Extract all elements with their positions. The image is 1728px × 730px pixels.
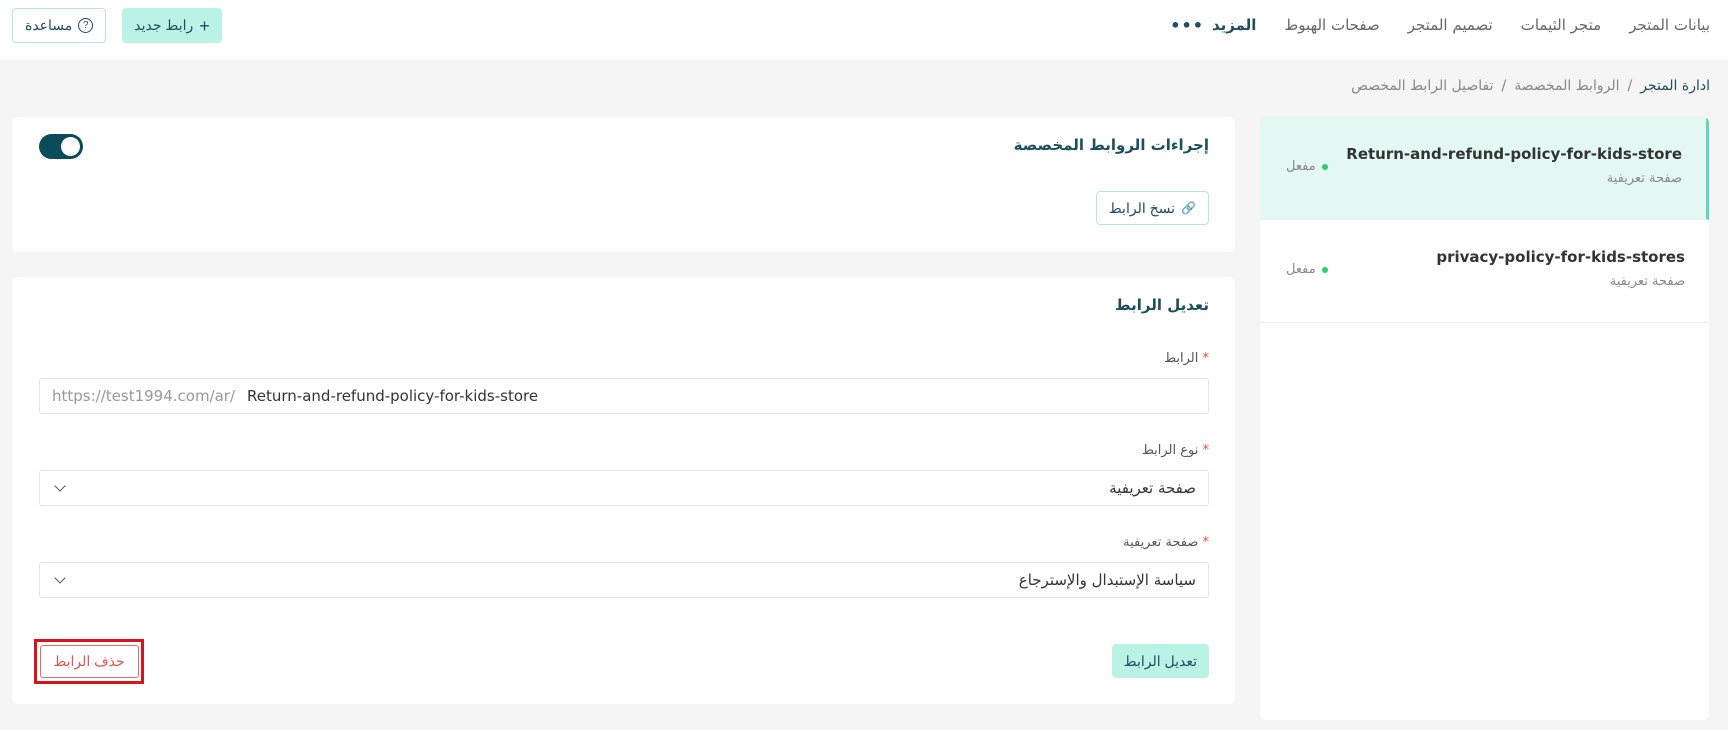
list-item[interactable]: privacy-policy-for-kids-stores صفحة تعري… <box>1260 220 1709 323</box>
breadcrumb-custom-links[interactable]: الروابط المخصصة <box>1514 78 1619 94</box>
top-nav: بيانات المتجر متجر الثيمات تصميم المتجر … <box>1170 0 1710 50</box>
list-item-subtitle: صفحة تعريفية <box>1606 171 1682 186</box>
page-field-label: صفحة تعريفية * <box>1123 535 1209 550</box>
copy-link-button[interactable]: 🔗 نسخ الرابط <box>1095 191 1209 225</box>
nav-store-design[interactable]: تصميم المتجر <box>1408 16 1493 34</box>
list-item-subtitle: صفحة تعريفية <box>1609 274 1685 289</box>
page-select[interactable]: سياسة الإستبدال والإسترجاع <box>39 562 1209 598</box>
list-item-title: Return-and-refund-policy-for-kids-store <box>1346 145 1682 163</box>
link-icon: 🔗 <box>1181 201 1196 215</box>
toggle-knob <box>61 137 80 156</box>
top-bar: بيانات المتجر متجر الثيمات تصميم المتجر … <box>0 0 1728 60</box>
help-circle-icon: ? <box>78 18 94 33</box>
help-label: مساعدة <box>25 17 73 33</box>
edit-link-card: تعديل الرابط الرابط * https://test1994.c… <box>12 277 1235 704</box>
new-link-button[interactable]: رابط جديد + <box>122 8 222 43</box>
status-badge: مفعل <box>1286 159 1328 174</box>
nav-landing-pages[interactable]: صفحات الهبوط <box>1284 16 1379 34</box>
status-dot-icon <box>1321 163 1328 170</box>
status-text: مفعل <box>1286 159 1316 174</box>
copy-link-label: نسخ الرابط <box>1108 199 1176 216</box>
custom-links-list: Return-and-refund-policy-for-kids-store … <box>1260 117 1709 720</box>
nav-store-data[interactable]: بيانات المتجر <box>1629 16 1710 34</box>
list-item-title: privacy-policy-for-kids-stores <box>1436 248 1685 266</box>
link-field-label: الرابط * <box>1164 351 1209 366</box>
top-actions: مساعدة ? رابط جديد + <box>12 8 222 43</box>
breadcrumb-separator: / <box>1501 78 1507 94</box>
status-badge: مفعل <box>1286 262 1328 277</box>
plus-icon: + <box>199 15 210 36</box>
actions-card-title: إجراءات الروابط المخصصة <box>1013 136 1209 154</box>
list-item[interactable]: Return-and-refund-policy-for-kids-store … <box>1260 117 1709 220</box>
more-dots-icon: ••• <box>1170 15 1204 35</box>
edit-link-button[interactable]: تعديل الرابط <box>1111 644 1209 678</box>
url-value: Return-and-refund-policy-for-kids-store <box>247 387 539 405</box>
delete-highlight: حذف الرابط <box>34 639 144 684</box>
link-type-label: نوع الرابط * <box>1141 443 1209 458</box>
breadcrumb: ادارة المتجر / الروابط المخصصة / تفاصيل … <box>1351 78 1710 94</box>
help-button[interactable]: مساعدة ? <box>12 8 107 43</box>
status-dot-icon <box>1321 266 1328 273</box>
new-link-label: رابط جديد <box>134 17 194 33</box>
breadcrumb-separator: / <box>1627 78 1633 94</box>
breadcrumb-root[interactable]: ادارة المتجر <box>1640 78 1710 94</box>
status-text: مفعل <box>1286 262 1316 277</box>
delete-link-button[interactable]: حذف الرابط <box>39 645 139 678</box>
breadcrumb-current: تفاصيل الرابط المخصص <box>1351 78 1494 94</box>
chevron-down-icon <box>54 480 66 492</box>
nav-more[interactable]: ••• المزيد <box>1170 16 1256 35</box>
edit-card-title: تعديل الرابط <box>1115 296 1209 314</box>
page-value: سياسة الإستبدال والإسترجاع <box>1018 571 1196 589</box>
chevron-down-icon <box>54 572 66 584</box>
nav-more-label: المزيد <box>1211 16 1257 34</box>
link-type-value: صفحة تعريفية <box>1109 479 1196 497</box>
nav-theme-store[interactable]: متجر الثيمات <box>1521 16 1601 34</box>
link-input[interactable]: https://test1994.com/ar/ Return-and-refu… <box>39 378 1209 414</box>
actions-card: إجراءات الروابط المخصصة 🔗 نسخ الرابط <box>12 117 1235 252</box>
url-prefix: https://test1994.com/ar/ <box>52 387 236 405</box>
enable-toggle[interactable] <box>39 134 83 159</box>
link-type-select[interactable]: صفحة تعريفية <box>39 470 1209 506</box>
